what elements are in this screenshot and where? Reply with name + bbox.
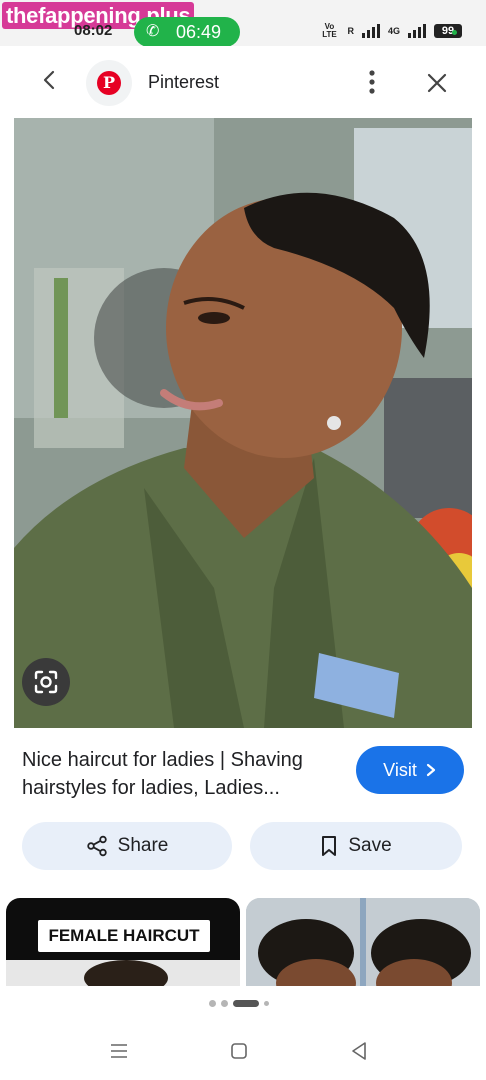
site-name[interactable]: Pinterest bbox=[148, 72, 219, 93]
signal-icon bbox=[361, 24, 380, 38]
related-thumbnail-1 bbox=[6, 960, 240, 988]
page-dot-active bbox=[233, 1000, 259, 1007]
volte-indicator: Vo LTE bbox=[322, 22, 337, 39]
share-icon bbox=[86, 835, 107, 857]
related-result-2[interactable] bbox=[246, 898, 480, 988]
pinterest-logo-icon: P bbox=[97, 71, 121, 95]
share-button[interactable]: Share bbox=[22, 822, 232, 870]
visit-button[interactable]: Visit bbox=[356, 746, 464, 794]
page-dot bbox=[221, 1000, 228, 1007]
back-arrow-icon[interactable] bbox=[38, 68, 62, 92]
page-dot bbox=[264, 1001, 269, 1006]
phone-icon: ✆ bbox=[146, 23, 160, 40]
status-time: 08:02 bbox=[74, 22, 113, 39]
more-vert-icon[interactable] bbox=[362, 68, 382, 96]
chevron-right-icon bbox=[426, 763, 435, 777]
viewer-header: P Pinterest bbox=[0, 46, 486, 118]
network-type: 4G bbox=[387, 26, 400, 36]
page-dot bbox=[209, 1000, 216, 1007]
status-bar: thefappening.plus 08:02 ✆ 06:49 Vo LTE R… bbox=[0, 0, 486, 47]
result-title[interactable]: Nice haircut for ladies | Shaving hairst… bbox=[22, 746, 342, 802]
site-logo[interactable]: P bbox=[86, 60, 132, 106]
save-button[interactable]: Save bbox=[250, 822, 462, 870]
ongoing-call-pill[interactable]: ✆ 06:49 bbox=[134, 17, 240, 47]
battery-icon: 99 bbox=[434, 24, 462, 38]
lens-icon bbox=[34, 670, 58, 694]
home-icon[interactable] bbox=[230, 1042, 248, 1060]
save-label: Save bbox=[348, 835, 392, 856]
google-lens-button[interactable] bbox=[22, 658, 70, 706]
signal-icon-2 bbox=[408, 24, 426, 38]
close-icon[interactable] bbox=[425, 71, 449, 95]
visit-label: Visit bbox=[383, 759, 417, 780]
page-indicator bbox=[209, 1000, 269, 1007]
roaming-indicator: R bbox=[347, 26, 354, 36]
related-thumbnail-2 bbox=[246, 898, 480, 988]
status-indicators: Vo LTE R 4G 99 bbox=[319, 20, 462, 42]
result-image[interactable] bbox=[14, 118, 472, 728]
bookmark-icon bbox=[322, 836, 337, 856]
call-timer: 06:49 bbox=[176, 22, 222, 42]
bottom-area bbox=[0, 986, 486, 1080]
back-icon[interactable] bbox=[350, 1041, 368, 1061]
portrait-illustration bbox=[14, 118, 472, 728]
recent-apps-icon[interactable] bbox=[110, 1042, 128, 1060]
share-label: Share bbox=[117, 835, 169, 856]
privacy-indicator-dot bbox=[452, 30, 457, 35]
related-result-1[interactable]: FEMALE HAIRCUT bbox=[6, 898, 240, 988]
